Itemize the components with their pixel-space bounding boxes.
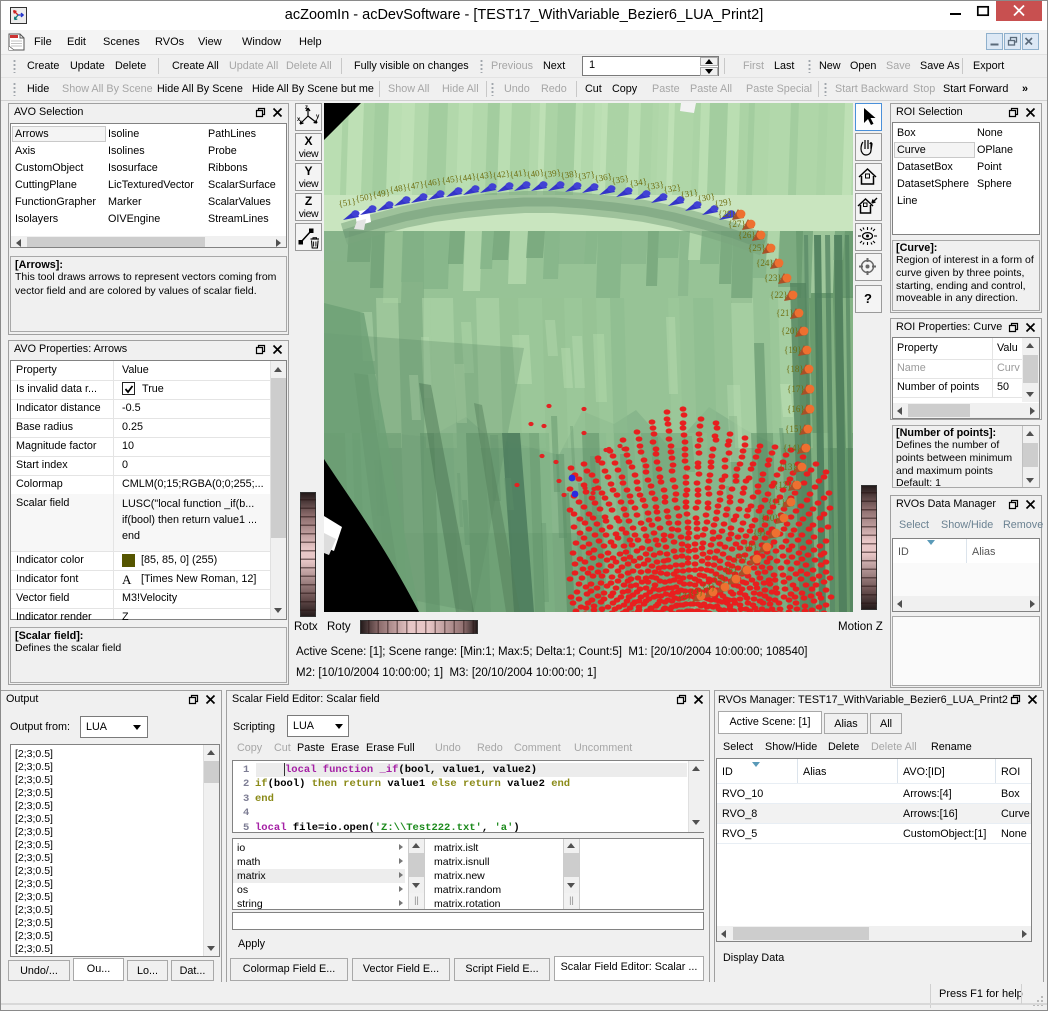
svg-text:{13}: {13}: [779, 462, 797, 472]
svg-text:{7}: {7}: [734, 554, 747, 564]
svg-text:{21}: {21}: [776, 308, 794, 318]
svg-text:{18}: {18}: [786, 364, 804, 374]
svg-text:{25}: {25}: [748, 243, 766, 253]
svg-text:{26}: {26}: [738, 230, 756, 240]
svg-text:{24}: {24}: [756, 258, 774, 268]
svg-text:{15}: {15}: [785, 424, 803, 434]
svg-text:{8}: {8}: [744, 542, 757, 552]
svg-text:{12}: {12}: [774, 480, 792, 490]
svg-text:{27}: {27}: [728, 219, 746, 229]
svg-text:{14}: {14}: [783, 443, 801, 453]
svg-text:{17}: {17}: [787, 384, 805, 394]
svg-text:z: z: [305, 105, 308, 111]
svg-text:{4}: {4}: [702, 582, 715, 592]
svg-text:y: y: [316, 114, 320, 120]
svg-text:{19}: {19}: [784, 345, 802, 355]
svg-text:{11}: {11}: [768, 497, 785, 507]
svg-text:{3}: {3}: [690, 587, 703, 597]
svg-text:{22}: {22}: [770, 290, 788, 300]
svg-text:{10}: {10}: [761, 513, 779, 523]
svg-text:?: ?: [864, 291, 872, 306]
svg-text:{20}: {20}: [781, 326, 799, 336]
svg-text:{28}: {28}: [718, 209, 736, 219]
svg-text:{9}: {9}: [753, 528, 766, 538]
svg-text:{2}: {2}: [678, 591, 691, 601]
svg-text:{23}: {23}: [764, 273, 782, 283]
svg-text:{16}: {16}: [787, 404, 805, 414]
